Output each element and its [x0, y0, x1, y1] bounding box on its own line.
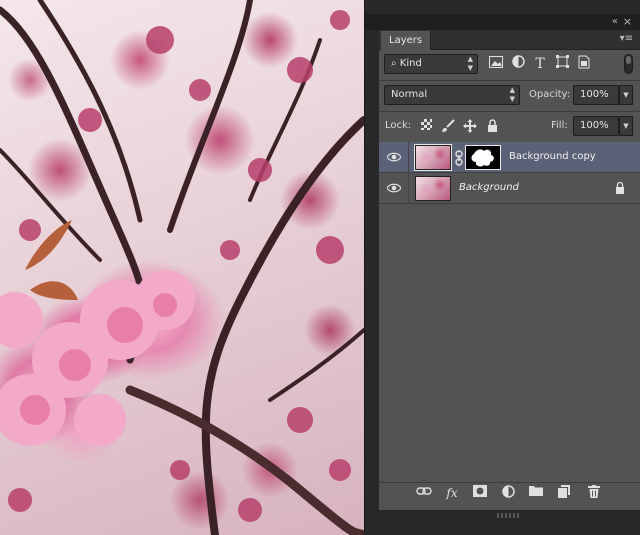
fx-label: fx	[446, 486, 458, 500]
smart-object-filter-icon[interactable]	[575, 55, 593, 73]
filter-row: ⌕ Kind ▲ ▼ T	[379, 50, 640, 78]
panel-menu-icon[interactable]: ▾≡	[620, 33, 633, 44]
document-canvas[interactable]	[0, 0, 364, 535]
collapse-panel-icon[interactable]: «	[612, 16, 618, 27]
resize-grip[interactable]	[497, 513, 519, 518]
fx-icon[interactable]: fx	[443, 485, 461, 501]
layer-thumbnail[interactable]	[414, 144, 452, 171]
visibility-column	[379, 173, 409, 204]
layer-row-background[interactable]: Background	[379, 173, 640, 204]
visibility-column	[379, 142, 409, 173]
adjustment-layer-icon[interactable]	[499, 485, 517, 501]
mask-link-icon[interactable]	[454, 150, 464, 166]
mask-shape	[471, 149, 494, 167]
opacity-input[interactable]: 100%	[573, 85, 619, 105]
fill-slider-toggle[interactable]: ▼	[619, 116, 633, 136]
chevron-updown-icon: ▲ ▼	[509, 86, 515, 103]
layer-thumbnail[interactable]	[415, 176, 451, 201]
shape-filter-icon[interactable]	[553, 55, 571, 73]
eye-icon[interactable]	[387, 182, 401, 194]
search-icon: ⌕	[391, 58, 397, 69]
tab-layers[interactable]: Layers	[381, 31, 432, 50]
fill-input[interactable]: 100%	[573, 116, 619, 136]
filter-kind-label: Kind	[399, 58, 422, 69]
opacity-slider-toggle[interactable]: ▼	[619, 85, 633, 105]
layer-row-background-copy[interactable]: Background copy	[379, 142, 640, 173]
layers-footer-toolbar: fx	[379, 482, 640, 502]
filter-toggle-switch[interactable]	[624, 54, 633, 74]
blend-mode-dropdown[interactable]: Normal ▲ ▼	[384, 85, 520, 105]
new-layer-icon[interactable]	[555, 485, 573, 501]
lock-label: Lock:	[385, 120, 412, 131]
trash-icon[interactable]	[585, 485, 603, 501]
panel-resize-area	[379, 510, 640, 535]
photoshop-workspace: « × Layers ▾≡ ⌕ Kind ▲ ▼ T Normal ▲ ▼ Op…	[0, 0, 640, 535]
add-mask-icon[interactable]	[471, 485, 489, 501]
chevron-updown-icon: ▲ ▼	[467, 55, 473, 72]
lock-all-icon[interactable]	[485, 119, 499, 133]
type-filter-icon[interactable]: T	[531, 55, 549, 73]
close-panel-icon[interactable]: ×	[623, 15, 632, 28]
layers-panel-body: ⌕ Kind ▲ ▼ T Normal ▲ ▼ Opacity: 100% ▼ …	[379, 50, 640, 510]
cherry-blossom-photo	[0, 0, 364, 535]
layers-panel: « × Layers ▾≡ ⌕ Kind ▲ ▼ T Normal ▲ ▼ Op…	[364, 0, 640, 535]
lock-row: Lock: Fill: 100% ▼	[379, 112, 640, 140]
new-group-icon[interactable]	[527, 485, 545, 501]
layer-mask-thumbnail[interactable]	[465, 145, 501, 170]
link-layers-icon[interactable]	[415, 485, 433, 501]
fill-value: 100%	[580, 120, 609, 131]
eye-icon[interactable]	[387, 151, 401, 163]
panel-title-bar[interactable]	[365, 14, 640, 30]
fill-label: Fill:	[551, 120, 568, 131]
opacity-value: 100%	[580, 89, 609, 100]
adjustment-filter-icon[interactable]	[509, 55, 527, 73]
layers-list: Background copy Background	[379, 142, 640, 472]
image-filter-icon[interactable]	[487, 55, 505, 73]
opacity-label: Opacity:	[529, 89, 571, 100]
blend-mode-value: Normal	[391, 89, 428, 100]
layer-name[interactable]: Background	[459, 180, 519, 196]
blend-row: Normal ▲ ▼ Opacity: 100% ▼	[379, 81, 640, 109]
lock-icon	[616, 182, 624, 194]
lock-position-icon[interactable]	[463, 119, 477, 133]
filter-kind-dropdown[interactable]: ⌕ Kind ▲ ▼	[384, 54, 478, 74]
panel-tab-bar: Layers ▾≡	[379, 30, 640, 50]
lock-image-pixels-icon[interactable]	[441, 119, 455, 133]
lock-transparent-pixels-icon[interactable]	[419, 119, 433, 133]
layer-name[interactable]: Background copy	[509, 149, 596, 165]
